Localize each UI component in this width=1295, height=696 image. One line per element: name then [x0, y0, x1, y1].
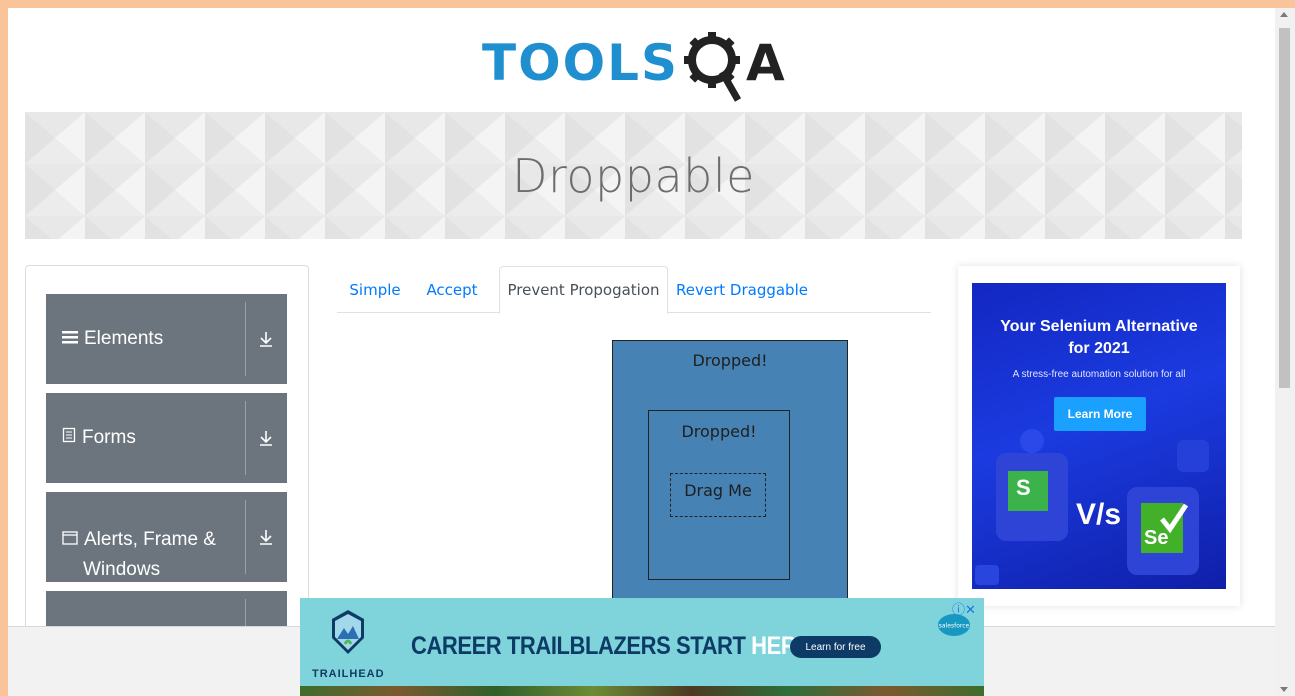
- page-title: Droppable: [512, 148, 755, 203]
- page-banner: Droppable: [25, 112, 1242, 239]
- document-icon: [62, 427, 76, 449]
- inner-droppable-text: Dropped!: [681, 422, 757, 441]
- ad-slogan-main: CAREER TRAILBLAZERS START: [411, 632, 752, 660]
- learn-for-free-button[interactable]: Learn for free: [790, 636, 881, 658]
- sidebar-group-label-line2: Windows: [83, 559, 161, 580]
- divider: [245, 401, 246, 475]
- ad-choices-close-icon[interactable]: ⓘ✕: [952, 599, 976, 618]
- tab-simple[interactable]: Simple: [337, 266, 413, 313]
- ad-learn-more-button[interactable]: Learn More: [1054, 397, 1146, 431]
- trailhead-brand-text: TRAILHEAD: [312, 668, 385, 680]
- toolsqa-logo[interactable]: TOOLS A: [482, 24, 802, 114]
- sidebar-group-forms[interactable]: Forms: [46, 393, 287, 483]
- side-ad[interactable]: Your Selenium Alternative for 2021 A str…: [972, 283, 1226, 589]
- sidebar: Elements Forms Alerts, Frame & Windows: [25, 265, 309, 685]
- hamburger-icon: [62, 328, 78, 350]
- tab-accept[interactable]: Accept: [413, 266, 491, 313]
- logo-a-text: A: [746, 34, 785, 92]
- ad-headline-line1: Your Selenium Alternative: [1000, 318, 1198, 335]
- ad-slogan: CAREER TRAILBLAZERS START HERE.: [411, 632, 817, 661]
- download-arrow-icon[interactable]: [258, 429, 274, 447]
- sidebar-group-label: Elements: [84, 328, 164, 349]
- sidebar-group-label-line1: Alerts, Frame &: [84, 529, 216, 550]
- scroll-up-arrow-icon[interactable]: [1280, 12, 1288, 17]
- ad-headline-line2: for 2021: [1068, 340, 1130, 357]
- ad-brand-right: Se: [1144, 527, 1169, 549]
- vertical-scrollbar[interactable]: [1275, 8, 1295, 696]
- tab-prevent-propogation[interactable]: Prevent Propogation: [499, 266, 668, 314]
- sidebar-group-elements[interactable]: Elements: [46, 294, 287, 384]
- bottom-ad[interactable]: TRAILHEAD CAREER TRAILBLAZERS START HERE…: [300, 598, 984, 696]
- tab-bar: Simple Accept Prevent Propogation Revert…: [337, 266, 931, 314]
- side-ad-container: Your Selenium Alternative for 2021 A str…: [958, 266, 1240, 606]
- logo-tools-text: TOOLS: [482, 34, 679, 92]
- window-icon: [62, 525, 78, 555]
- sidebar-group-alerts[interactable]: Alerts, Frame & Windows: [46, 492, 287, 582]
- divider: [245, 500, 246, 574]
- outer-droppable-text: Dropped!: [692, 351, 768, 370]
- sidebar-group-label: Forms: [82, 427, 136, 448]
- tab-revert-draggable[interactable]: Revert Draggable: [668, 266, 816, 313]
- ad-headline: Your Selenium Alternative for 2021: [972, 316, 1226, 360]
- gear-icon: [684, 32, 742, 102]
- download-arrow-icon[interactable]: [258, 330, 274, 348]
- trailhead-logo-icon: [332, 610, 364, 654]
- divider: [245, 302, 246, 376]
- drag-box[interactable]: Drag Me: [670, 473, 766, 517]
- scroll-thumb[interactable]: [1279, 28, 1290, 388]
- ad-plants-strip: [300, 686, 984, 696]
- scroll-down-arrow-icon[interactable]: [1280, 687, 1288, 692]
- download-arrow-icon[interactable]: [258, 528, 274, 546]
- ad-vs-text: V/s: [1076, 498, 1122, 531]
- svg-text:salesforce: salesforce: [939, 623, 970, 630]
- ad-brand-left: S: [1016, 475, 1031, 500]
- ad-subtext: A stress-free automation solution for al…: [1012, 369, 1186, 380]
